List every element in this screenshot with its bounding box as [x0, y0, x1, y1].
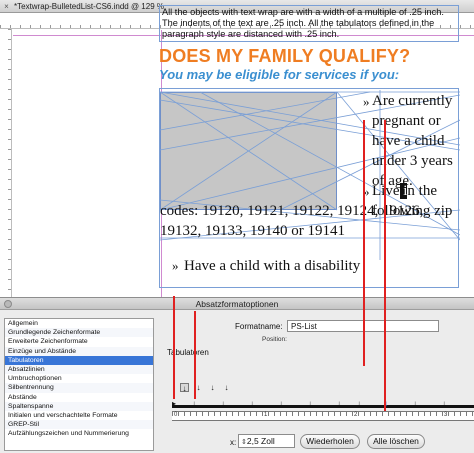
category-item[interactable]: Initialen und verschachtelte Formate: [5, 411, 153, 420]
left-tab-align-button[interactable]: ↓: [180, 383, 189, 393]
formatname-label: Formatname:: [235, 322, 283, 331]
indent-marker[interactable]: ▸: [172, 400, 176, 408]
tab-stop-marker[interactable]: ↓: [308, 400, 312, 408]
paragraph-style-options-dialog: Absatzformatoptionen Allgemein Grundlege…: [0, 297, 474, 453]
repeat-tab-button[interactable]: Wiederholen: [300, 434, 360, 449]
bullet-item-text[interactable]: Have a child with a disability: [184, 256, 464, 276]
tab-ruler-bar: [172, 405, 474, 408]
tab-alignment-guide-line: [194, 311, 196, 399]
tab-stop-marker[interactable]: ↓: [221, 400, 225, 408]
position-label: Position:: [262, 336, 287, 343]
page-subheading[interactable]: You may be eligible for services if you:: [159, 67, 399, 82]
ruler-number: 3: [444, 412, 448, 418]
ruler-number: 0: [174, 412, 178, 418]
tab-stop-marker[interactable]: ↓: [250, 400, 254, 408]
category-item[interactable]: Einzüge und Abstände: [5, 346, 153, 356]
tab-stop-marker[interactable]: ↓: [413, 400, 417, 408]
tab-stop-marker[interactable]: ↓: [337, 400, 341, 408]
dialog-title: Absatzformatoptionen: [195, 299, 279, 309]
decimal-tab-align-button[interactable]: ↓: [222, 383, 231, 392]
tab-stop-marker[interactable]: ↓: [192, 400, 196, 408]
category-item-selected[interactable]: Tabulatoren: [5, 355, 153, 365]
x-position-field[interactable]: ⇕2,5 Zoll: [238, 434, 295, 448]
category-item[interactable]: Spaltenspanne: [5, 401, 153, 411]
right-tab-align-button[interactable]: ↓: [208, 383, 217, 392]
vertical-ruler[interactable]: [0, 29, 12, 297]
tab-stop-marker[interactable]: ↓: [357, 400, 361, 408]
category-list[interactable]: Allgemein Grundlegende Zeichenformate Er…: [4, 318, 154, 451]
dialog-titlebar: Absatzformatoptionen: [0, 298, 474, 310]
tab-ruler-scale: [172, 411, 474, 421]
close-icon[interactable]: ×: [2, 2, 11, 11]
category-item[interactable]: Erweiterte Zeichenformate: [5, 337, 153, 346]
bullet-item-continuation[interactable]: codes: 19120, 19121, 19122, 19124, 19126…: [160, 201, 460, 241]
ruler-number: 1: [264, 412, 268, 418]
category-item[interactable]: Grundlegende Zeichenformate: [5, 328, 153, 338]
bullet-glyph: »: [172, 258, 179, 273]
tab-stop-marker[interactable]: ↓: [279, 400, 283, 408]
document-title: *Textwrap-BulletedList-CS6.indd @ 129 %: [14, 1, 164, 11]
category-item[interactable]: GREP-Stil: [5, 420, 153, 430]
note-text-frame[interactable]: All the objects with text wrap are with …: [159, 5, 459, 42]
tab-alignment-guide-line: [363, 120, 365, 366]
tab-ruler[interactable]: ▸ ↓ ↓ ↓ ↓ ↓ ↓ ↓ ↓ ↓ ↓ 0 1 2 3: [172, 400, 474, 423]
ruler-number: 2: [354, 412, 358, 418]
clear-all-button[interactable]: Alle löschen: [367, 434, 425, 449]
category-item[interactable]: Absatzlinien: [5, 364, 153, 375]
page-heading[interactable]: DOES MY FAMILY QUALIFY?: [159, 46, 410, 67]
tab-stop-marker[interactable]: ↓: [442, 400, 446, 408]
category-item[interactable]: Abstände: [5, 393, 153, 402]
category-item[interactable]: Aufzählungszeichen und Nummerierung: [5, 429, 153, 438]
tab-alignment-guide-line: [384, 120, 386, 411]
category-item[interactable]: Allgemein: [5, 319, 153, 328]
x-position-label: x:: [230, 438, 237, 447]
bullet-glyph: »: [363, 94, 370, 109]
tab-alignment-guide-line: [173, 296, 175, 399]
category-item[interactable]: Silbentrennung: [5, 383, 153, 393]
category-item[interactable]: Umbruchoptionen: [5, 374, 153, 383]
